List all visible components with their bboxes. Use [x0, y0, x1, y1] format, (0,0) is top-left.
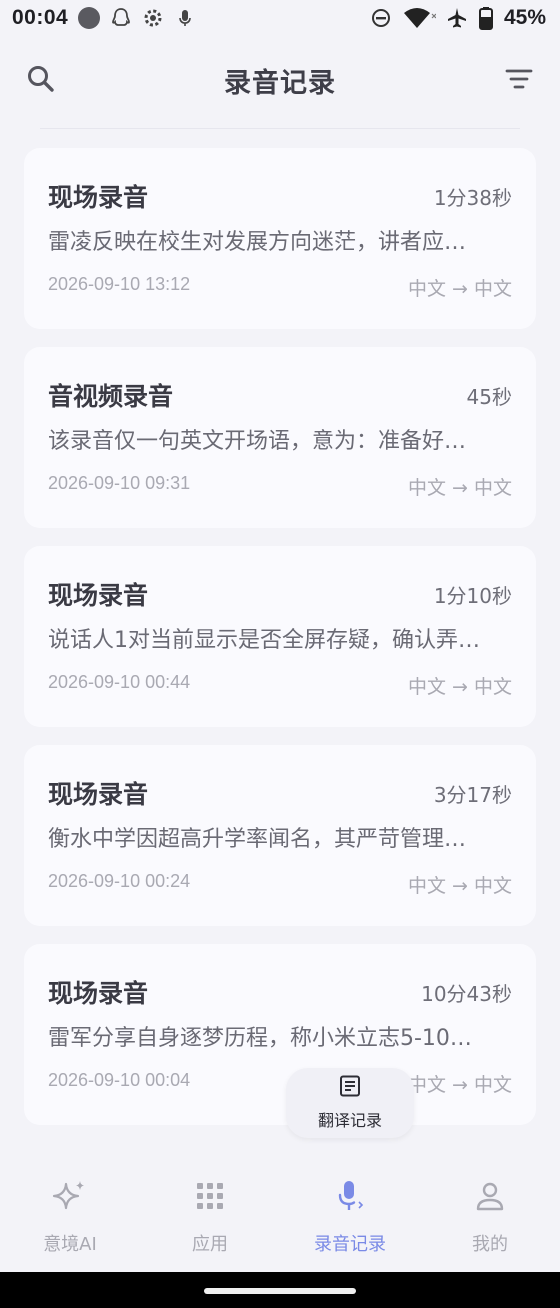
status-bar-left: 00:04	[12, 6, 196, 30]
record-title: 现场录音	[48, 183, 149, 212]
record-date: 2026-09-10 09:31	[48, 473, 191, 493]
record-summary: 雷军分享自身逐梦历程，称小米立志5-10…	[48, 1026, 472, 1051]
bottom-nav: 意境AI 应用 录音记录 我的	[0, 1160, 560, 1272]
record-card[interactable]: 音视频录音 45秒 该录音仅一句英文开场语，意为：准备好… 2026-09-10…	[24, 347, 536, 528]
nav-label: 我的	[472, 1234, 508, 1255]
wifi-icon	[402, 6, 436, 30]
record-duration: 10分43秒	[421, 982, 512, 1006]
record-date: 2026-09-10 00:24	[48, 871, 191, 891]
record-card[interactable]: 现场录音 10分43秒 雷军分享自身逐梦历程，称小米立志5-10… 2026-0…	[24, 944, 536, 1125]
status-bar-right: 45%	[370, 6, 546, 30]
translation-records-label: 翻译记录	[317, 1111, 382, 1130]
record-card[interactable]: 现场录音 1分10秒 说话人1对当前显示是否全屏存疑，确认弄… 2026-09-…	[24, 546, 536, 727]
header-divider	[40, 128, 520, 129]
nav-label: 意境AI	[43, 1234, 97, 1255]
gear-icon	[142, 7, 164, 29]
header: 录音记录	[0, 52, 560, 108]
translation-records-button[interactable]: 翻译记录	[286, 1068, 414, 1138]
record-duration: 3分17秒	[433, 783, 512, 807]
record-duration: 45秒	[466, 385, 512, 409]
record-summary: 该录音仅一句英文开场语，意为：准备好…	[48, 429, 467, 454]
gesture-bar	[0, 1272, 560, 1308]
record-summary: 衡水中学因超高升学率闻名，其严苛管理…	[48, 827, 467, 852]
record-title: 现场录音	[48, 979, 149, 1008]
nav-item-apps[interactable]: 应用	[140, 1160, 280, 1256]
record-summary: 雷凌反映在校生对发展方向迷茫，讲者应…	[48, 230, 467, 255]
nav-label: 录音记录	[314, 1234, 386, 1255]
record-language: 中文 → 中文	[408, 1074, 512, 1096]
mic-icon	[174, 7, 196, 29]
record-title: 现场录音	[48, 581, 149, 610]
record-language: 中文 → 中文	[408, 875, 512, 897]
mic-icon	[330, 1176, 370, 1216]
home-gesture-handle[interactable]	[204, 1288, 356, 1294]
record-date: 2026-09-10 00:04	[48, 1070, 191, 1090]
record-list: 现场录音 1分38秒 雷凌反映在校生对发展方向迷茫，讲者应… 2026-09-1…	[24, 148, 536, 1143]
person-icon	[470, 1176, 510, 1216]
nav-item-mine[interactable]: 我的	[420, 1160, 560, 1256]
record-summary: 说话人1对当前显示是否全屏存疑，确认弄…	[48, 628, 480, 653]
search-icon[interactable]	[26, 64, 56, 94]
record-duration: 1分10秒	[433, 584, 512, 608]
record-language: 中文 → 中文	[408, 278, 512, 300]
status-time: 00:04	[12, 6, 69, 29]
dnd-icon	[370, 7, 392, 29]
document-icon	[339, 1075, 361, 1101]
record-date: 2026-09-10 13:12	[48, 274, 191, 294]
sparkle-icon	[50, 1176, 90, 1216]
record-language: 中文 → 中文	[408, 676, 512, 698]
nav-item-recordings[interactable]: 录音记录	[280, 1160, 420, 1256]
circle-notification-icon	[78, 7, 101, 29]
status-bar: 00:04 45%	[0, 0, 560, 36]
record-card[interactable]: 现场录音 3分17秒 衡水中学因超高升学率闻名，其严苛管理… 2026-09-1…	[24, 745, 536, 926]
page-title: 录音记录	[224, 67, 336, 99]
battery-icon	[478, 6, 494, 30]
qq-icon	[110, 7, 132, 29]
record-duration: 1分38秒	[433, 186, 512, 210]
battery-percent: 45%	[503, 6, 546, 29]
record-title: 现场录音	[48, 780, 149, 809]
record-language: 中文 → 中文	[408, 477, 512, 499]
nav-label: 应用	[192, 1234, 228, 1255]
airplane-icon	[446, 7, 468, 29]
record-date: 2026-09-10 00:44	[48, 672, 191, 692]
record-card[interactable]: 现场录音 1分38秒 雷凌反映在校生对发展方向迷茫，讲者应… 2026-09-1…	[24, 148, 536, 329]
nav-item-yijing-ai[interactable]: 意境AI	[0, 1160, 140, 1256]
grid-icon	[190, 1176, 230, 1216]
filter-icon[interactable]	[504, 64, 534, 94]
record-title: 音视频录音	[48, 382, 174, 411]
